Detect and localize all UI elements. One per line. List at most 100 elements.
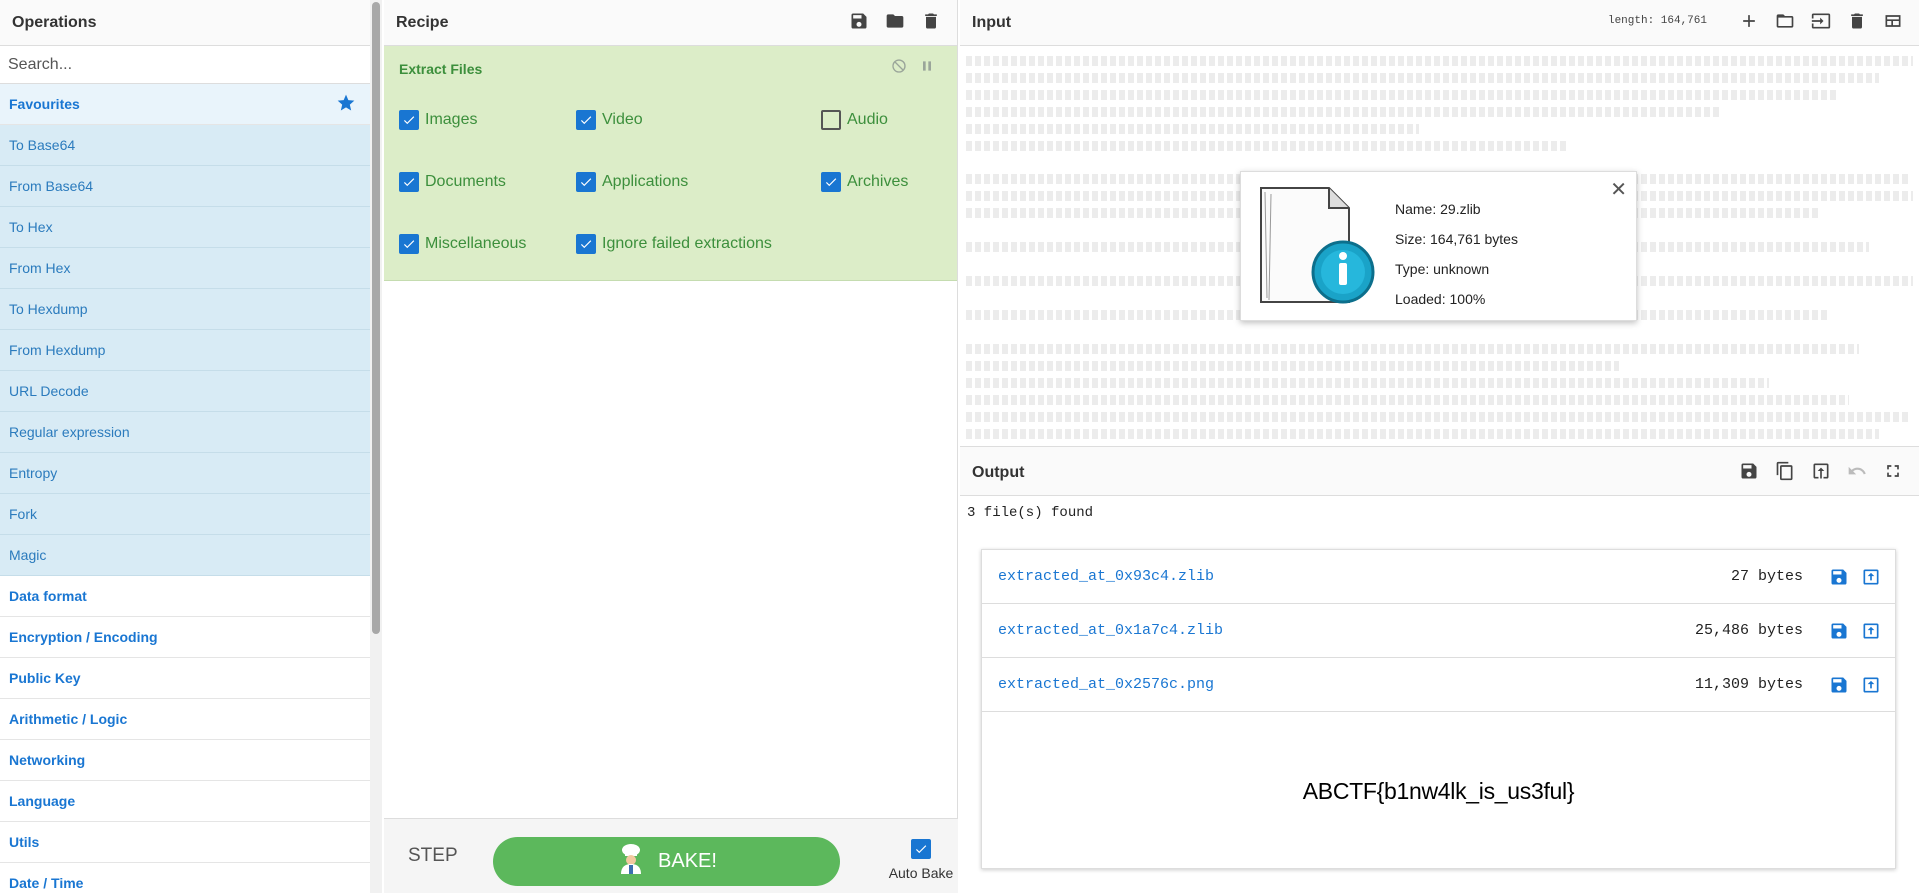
step-button[interactable]: STEP xyxy=(408,845,458,867)
file-link[interactable]: extracted_at_0x2576c.png xyxy=(998,676,1695,693)
operation-item[interactable]: Magic xyxy=(0,535,370,576)
disable-operation-button[interactable] xyxy=(891,58,907,79)
operations-title-bar: Operations xyxy=(0,0,370,46)
open-folder-button[interactable] xyxy=(1773,9,1797,33)
file-info-popup: ✕ Name: 29.zlib Size: 164,761 bytes Type… xyxy=(1240,171,1637,321)
operation-item[interactable]: Regular expression xyxy=(0,412,370,453)
category-item[interactable]: Public Key xyxy=(0,658,370,699)
auto-bake-checkbox[interactable] xyxy=(911,839,931,859)
file-link[interactable]: extracted_at_0x93c4.zlib xyxy=(998,568,1731,585)
favourites-list: To Base64 From Base64 To Hex From Hex To Hex… xyxy=(0,125,370,576)
option-checkbox[interactable]: Images xyxy=(399,110,477,130)
maximise-output-button[interactable] xyxy=(1881,459,1905,483)
save-icon xyxy=(851,13,867,29)
bake-button[interactable]: BAKE! xyxy=(493,837,840,886)
option-checkbox[interactable]: Video xyxy=(576,110,643,130)
option-label: Ignore failed extractions xyxy=(602,235,772,252)
option-checkbox[interactable]: Archives xyxy=(821,172,908,192)
breakpoint-button[interactable] xyxy=(919,58,935,79)
category-item[interactable]: Utils xyxy=(0,822,370,863)
output-preview: ABCTF{b1nw4lk_is_us3ful} xyxy=(982,713,1895,869)
operation-item[interactable]: URL Decode xyxy=(0,371,370,412)
save-file-button[interactable] xyxy=(1829,567,1849,587)
save-icon xyxy=(1741,463,1757,479)
option-checkbox[interactable]: Audio xyxy=(821,110,888,130)
file-link[interactable]: extracted_at_0x1a7c4.zlib xyxy=(998,622,1695,639)
operation-title: Extract Files xyxy=(399,61,483,77)
search-input[interactable] xyxy=(8,55,362,74)
trash-icon xyxy=(1851,13,1863,29)
scrollbar-thumb[interactable] xyxy=(372,2,380,634)
file-loaded: Loaded: 100% xyxy=(1395,291,1486,307)
operation-item[interactable]: Entropy xyxy=(0,453,370,494)
save-file-button[interactable] xyxy=(1829,621,1849,641)
option-checkbox[interactable]: Applications xyxy=(576,172,688,192)
clear-recipe-button[interactable] xyxy=(919,9,943,33)
operation-item[interactable]: To Base64 xyxy=(0,125,370,166)
auto-bake-label: Auto Bake xyxy=(888,865,954,881)
operations-panel: Operations Favourites To Base64From Base… xyxy=(0,0,371,893)
file-size: 11,309 bytes xyxy=(1694,676,1803,693)
operation-item[interactable]: From Hexdump xyxy=(0,330,370,371)
operation-item[interactable]: To Hex xyxy=(0,207,370,248)
category-item[interactable]: Arithmetic / Logic xyxy=(0,699,370,740)
operation-item[interactable]: Fork xyxy=(0,494,370,535)
category-item[interactable]: Date / Time xyxy=(0,863,370,893)
option-label: Images xyxy=(425,111,478,128)
category-item[interactable]: Data format xyxy=(0,576,370,617)
option-checkbox[interactable]: Ignore failed extractions xyxy=(576,234,772,254)
option-label: Audio xyxy=(847,111,888,128)
operation-extract-files[interactable]: Extract Files Images Video Audio Documents A… xyxy=(384,46,957,281)
checkbox-checked-icon[interactable] xyxy=(399,110,419,130)
open-file-button[interactable] xyxy=(1809,9,1833,33)
checkbox-checked-icon[interactable] xyxy=(576,172,596,192)
checkbox-unchecked-icon[interactable] xyxy=(821,110,841,130)
option-checkbox[interactable]: Documents xyxy=(399,172,506,192)
category-item[interactable]: Encryption / Encoding xyxy=(0,617,370,658)
operation-item[interactable]: From Hex xyxy=(0,248,370,289)
search-box[interactable] xyxy=(0,46,370,84)
category-item[interactable]: Language xyxy=(0,781,370,822)
checkbox-checked-icon[interactable] xyxy=(399,172,419,192)
operation-item[interactable]: From Base64 xyxy=(0,166,370,207)
option-checkbox[interactable]: Miscellaneous xyxy=(399,234,526,254)
input-icon xyxy=(1811,13,1831,29)
plus-icon xyxy=(1743,15,1755,27)
undo-button[interactable] xyxy=(1845,459,1869,483)
reset-layout-button[interactable] xyxy=(1881,9,1905,33)
checkbox-checked-icon[interactable] xyxy=(821,172,841,192)
operations-title: Operations xyxy=(12,13,97,31)
categories-list: Data format Encryption / Encoding Public K… xyxy=(0,576,370,893)
copy-output-button[interactable] xyxy=(1773,459,1797,483)
move-to-input-button[interactable] xyxy=(1861,675,1881,695)
category-favourites[interactable]: Favourites xyxy=(0,84,370,125)
move-to-input-button[interactable] xyxy=(1861,621,1881,641)
replace-input-button[interactable] xyxy=(1809,459,1833,483)
close-popup-button[interactable]: ✕ xyxy=(1610,177,1627,202)
recipe-title-bar: Recipe xyxy=(384,0,957,46)
load-recipe-button[interactable] xyxy=(883,9,907,33)
file-size: 27 bytes xyxy=(1730,568,1803,585)
file-size: Size: 164,761 bytes xyxy=(1395,231,1518,247)
extracted-files-list: extracted_at_0x93c4.zlib 27 bytes extracte… xyxy=(981,549,1896,869)
operation-item[interactable]: To Hexdump xyxy=(0,289,370,330)
checkbox-checked-icon[interactable] xyxy=(399,234,419,254)
category-item[interactable]: Networking xyxy=(0,740,370,781)
category-label: Favourites xyxy=(9,96,80,112)
checkbox-checked-icon[interactable] xyxy=(576,234,596,254)
open-in-icon xyxy=(1813,463,1829,479)
save-file-button[interactable] xyxy=(1829,675,1849,695)
auto-bake-toggle[interactable]: Auto Bake xyxy=(886,839,956,881)
move-to-input-button[interactable] xyxy=(1861,567,1881,587)
save-recipe-button[interactable] xyxy=(847,9,871,33)
operations-scrollbar[interactable] xyxy=(370,0,382,893)
folder-icon xyxy=(886,14,904,28)
checkbox-checked-icon[interactable] xyxy=(576,110,596,130)
add-tab-button[interactable] xyxy=(1737,9,1761,33)
option-label: Applications xyxy=(602,173,689,190)
file-info-icon xyxy=(1251,180,1381,315)
open-in-input-icon xyxy=(1861,621,1881,641)
save-output-button[interactable] xyxy=(1737,459,1761,483)
input-textarea[interactable]: ✕ Name: 29.zlib Size: 164,761 bytes Type… xyxy=(960,46,1919,446)
clear-input-button[interactable] xyxy=(1845,9,1869,33)
